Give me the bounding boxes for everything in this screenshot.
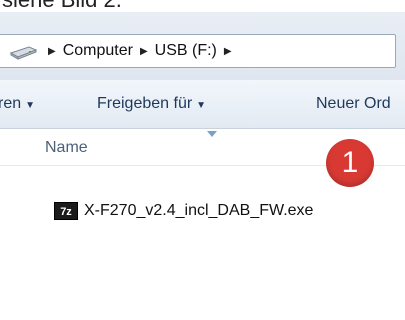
usb-drive-icon (9, 46, 37, 60)
share-with-button[interactable]: Freigeben für ▼ (97, 95, 206, 113)
address-bar: ▶ Computer ▶ USB (F:) ▶ (0, 12, 405, 80)
7zip-archive-icon: 7z (54, 202, 78, 220)
organize-menu-label: ren (0, 95, 22, 112)
file-row[interactable]: 7z X-F270_v2.4_incl_DAB_FW.exe (0, 191, 405, 231)
name-column-header[interactable]: Name (45, 139, 88, 157)
organize-menu-button[interactable]: ren ▼ (0, 95, 35, 113)
command-bar: ren ▼ Freigeben für ▼ Neuer Ord (0, 80, 405, 129)
breadcrumb-arrow-icon[interactable]: ▶ (224, 46, 232, 57)
address-box[interactable]: ▶ Computer ▶ USB (F:) ▶ (0, 34, 396, 68)
caption-text: siehe Bild 2. (0, 0, 405, 12)
explorer-window: ▶ Computer ▶ USB (F:) ▶ ren ▼ Freigeben f… (0, 12, 405, 244)
share-with-label: Freigeben für (97, 95, 193, 112)
file-name: X-F270_v2.4_incl_DAB_FW.exe (84, 202, 314, 219)
new-folder-button[interactable]: Neuer Ord (316, 95, 391, 113)
new-folder-label: Neuer Ord (316, 95, 391, 112)
callout-number-badge: 1 (326, 139, 374, 187)
dropdown-arrow-icon: ▼ (25, 100, 36, 111)
breadcrumb-computer[interactable]: Computer (63, 42, 133, 60)
file-list: Name 1 7z X-F270_v2.4_incl_DAB_FW.exe (0, 129, 405, 244)
breadcrumb-usb-drive[interactable]: USB (F:) (155, 42, 217, 60)
breadcrumb-arrow-icon[interactable]: ▶ (140, 46, 148, 57)
dropdown-arrow-icon: ▼ (196, 100, 207, 111)
breadcrumb-arrow-icon[interactable]: ▶ (48, 46, 56, 57)
sort-arrow-icon (207, 131, 217, 137)
